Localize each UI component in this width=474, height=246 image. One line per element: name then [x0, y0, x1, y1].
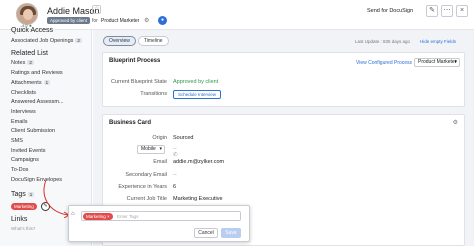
job-title-value: Marketing Executive [173, 196, 223, 202]
sidebar-item-label: Attachments [11, 80, 42, 86]
job-title-label: Current Job Title [126, 196, 167, 202]
tag-chip-label: Marketing [86, 214, 106, 219]
cancel-button[interactable]: Cancel [194, 228, 218, 238]
sidebar-item-notes[interactable]: Notes 2 [11, 60, 34, 66]
links-heading: Links [11, 216, 28, 223]
sidebar-item-ratings[interactable]: Ratings and Reviews [11, 70, 63, 76]
avatar-face [23, 9, 33, 20]
settings-icon[interactable]: ⚙ [144, 17, 149, 24]
email-label: Email [153, 159, 167, 165]
process-select-value: Product Marketer [418, 59, 457, 65]
view-configured-process-link[interactable]: View Configured Process [356, 60, 412, 66]
origin-value: Sourced [173, 135, 194, 141]
schedule-interview-button[interactable]: Schedule Interview [173, 90, 222, 99]
star-icon[interactable]: ☆ [92, 5, 101, 14]
info-icon[interactable]: ● [158, 16, 167, 25]
tags-heading-label: Tags [11, 191, 26, 198]
avatar[interactable] [16, 3, 38, 25]
sidebar-item-sms[interactable]: SMS [11, 138, 23, 144]
process-select[interactable]: Product Marketer ▾ [414, 58, 460, 67]
status-badge[interactable]: Approved by client [47, 17, 91, 24]
business-card-title: Business Card [109, 120, 152, 126]
record-header: 4.0 ★ Addie Mason ☆ Approved by client f… [0, 0, 474, 30]
mobile-label: Mobile [141, 146, 156, 152]
docusign-button[interactable]: Send for DocuSign [367, 8, 413, 14]
tab-bar: Overview Timeline [103, 36, 169, 46]
origin-label: Origin [152, 135, 167, 141]
more-icon[interactable]: ⋯ [441, 5, 453, 17]
related-list-heading: Related List [11, 50, 48, 57]
hide-empty-fields-link[interactable]: Hide empty Fields [420, 39, 456, 44]
close-icon[interactable]: × [456, 5, 468, 17]
blueprint-state-value: Approved by client [173, 79, 219, 85]
business-card-settings-icon[interactable]: ⚙ [453, 119, 458, 126]
chevron-down-icon: ▾ [454, 59, 457, 65]
count-badge: 2 [75, 38, 82, 43]
tag-chip-marketing[interactable]: Marketing × [83, 213, 113, 220]
email-value[interactable]: addie.m@zylker.com [173, 159, 224, 165]
sidebar-item-interviews[interactable]: Interviews [11, 109, 36, 115]
count-badge: 2 [27, 60, 34, 65]
sidebar-item-emails[interactable]: Emails [11, 119, 28, 125]
tags-heading: Tags 1 [11, 191, 35, 198]
count-badge: 1 [43, 80, 51, 85]
blueprint-title: Blueprint Process [109, 58, 161, 64]
tags-input-placeholder: Enter Tags [117, 214, 139, 219]
experience-value: 6 [173, 184, 177, 190]
tab-overview[interactable]: Overview [103, 36, 136, 46]
last-update: Last Update : 835 days ago [355, 39, 411, 44]
tag-marketing[interactable]: Marketing [11, 203, 37, 210]
tag-edit-popup: ⌂ Marketing × Enter Tags Cancel Save [68, 205, 250, 242]
blueprint-state-label: Current Blueprint State [111, 79, 167, 85]
sidebar-item-label: Associated Job Openings [11, 38, 74, 44]
blueprint-card: Blueprint Process View Configured Proces… [102, 52, 465, 107]
transitions-label: Transitions [140, 91, 167, 97]
sidebar-item-attachments[interactable]: Attachments 1 [11, 80, 51, 86]
sidebar-item-associated[interactable]: Associated Job Openings 2 [11, 38, 82, 44]
quick-access-heading: Quick Access [11, 27, 54, 34]
tag-icon: ⌂ [71, 211, 75, 217]
sidebar-item-invited-events[interactable]: Invited Events [11, 148, 46, 154]
secondary-email-value: -- [173, 172, 177, 178]
tab-timeline[interactable]: Timeline [137, 36, 169, 46]
phone-icon[interactable]: ✆ [173, 152, 178, 158]
for-label: for [92, 18, 98, 24]
sidebar-item-checklists[interactable]: Checklists [11, 90, 36, 96]
save-button[interactable]: Save [221, 228, 241, 238]
job-opening-link[interactable]: Product Marketer [101, 18, 139, 24]
edit-icon[interactable]: ✎ [426, 5, 438, 17]
secondary-email-label: Secondary Email [125, 172, 167, 178]
sidebar-item-assessments[interactable]: Answered Assessm... [11, 99, 64, 105]
sidebar-item-todos[interactable]: To-Dos [11, 167, 28, 173]
whats-this-link[interactable]: What's this? [11, 226, 35, 231]
sidebar-item-client-submission[interactable]: Client Submission [11, 128, 55, 134]
chevron-down-icon: ▾ [159, 146, 162, 152]
mobile-type-select[interactable]: Mobile ▾ [137, 145, 165, 154]
sidebar-item-campaigns[interactable]: Campaigns [11, 157, 39, 163]
count-badge: 1 [27, 192, 35, 197]
tags-input[interactable]: Marketing × Enter Tags [81, 211, 241, 221]
experience-label: Experience in Years [118, 184, 167, 190]
sidebar-item-label: Notes [11, 60, 26, 66]
